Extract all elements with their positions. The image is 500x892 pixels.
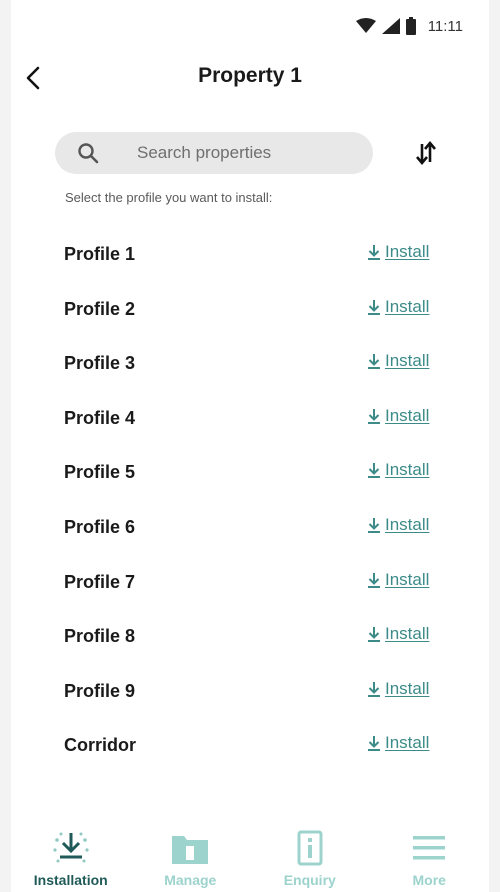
profile-name: Profile 4 <box>64 407 136 428</box>
list-item: Profile 2 Install <box>11 283 489 338</box>
page-title: Property 1 <box>198 64 302 87</box>
profile-name: Profile 9 <box>64 680 136 701</box>
install-label: Install <box>385 296 430 316</box>
install-label: Install <box>385 242 430 261</box>
sort-button[interactable] <box>411 138 441 168</box>
download-icon <box>368 736 380 752</box>
nav-item-manage[interactable]: Manage <box>131 820 251 892</box>
install-label: Install <box>385 733 430 753</box>
download-icon <box>368 245 380 260</box>
list-item: Profile 7 Install <box>11 556 489 611</box>
list-item: Profile 5 Install <box>11 446 489 501</box>
profile-list: Profile 1 Install Profile 2 Install Prof… <box>11 228 489 774</box>
install-button[interactable]: Install <box>367 570 429 590</box>
nav-item-installation[interactable]: Installation <box>11 820 131 892</box>
install-label: Install <box>385 624 430 644</box>
install-button[interactable]: Install <box>367 460 429 480</box>
nav-item-more[interactable]: More <box>370 820 490 892</box>
list-item: Profile 1 Install <box>11 228 489 283</box>
download-icon <box>368 627 380 643</box>
download-icon <box>368 572 380 588</box>
profile-name: Profile 2 <box>64 298 136 319</box>
profile-name: Profile 5 <box>64 462 136 483</box>
list-item: Profile 8 Install <box>11 610 489 665</box>
download-icon <box>51 828 91 868</box>
search-input[interactable] <box>137 132 357 174</box>
nav-label-enquiry: Enquiry <box>283 872 336 888</box>
install-label: Install <box>385 460 430 480</box>
profile-name: Corridor <box>64 735 136 756</box>
download-icon <box>368 299 380 315</box>
profile-name: Profile 8 <box>64 626 136 647</box>
install-label: Install <box>385 514 430 534</box>
install-label: Install <box>385 569 430 589</box>
nav-label-more: More <box>412 872 446 888</box>
install-button[interactable]: Install <box>367 515 429 535</box>
list-item: Profile 4 Install <box>11 392 489 447</box>
download-icon <box>368 354 380 370</box>
list-item: Profile 3 Install <box>11 337 489 392</box>
list-item: Profile 9 Install <box>11 665 489 720</box>
bottom-nav: Installation Manage Enquiry More <box>11 820 489 892</box>
nav-label-installation: Installation <box>33 872 108 888</box>
profile-name: Profile 1 <box>64 244 136 264</box>
search-bar[interactable] <box>55 132 373 174</box>
status-bar: 11:11 <box>11 0 489 48</box>
install-button[interactable]: Install <box>367 733 429 753</box>
install-label: Install <box>385 405 430 425</box>
profile-name: Profile 6 <box>64 516 136 537</box>
install-label: Install <box>385 351 430 371</box>
install-button[interactable]: Install <box>367 406 429 426</box>
install-button[interactable]: Install <box>367 624 429 644</box>
info-icon <box>290 828 330 868</box>
menu-icon <box>409 828 449 868</box>
profile-name: Profile 7 <box>64 571 136 592</box>
install-button[interactable]: Install <box>367 679 429 699</box>
download-icon <box>368 408 380 424</box>
download-icon <box>368 681 380 697</box>
nav-label-manage: Manage <box>164 872 217 888</box>
app-screen: 11:11 Property 1 Select the profile you … <box>11 0 489 892</box>
nav-item-enquiry[interactable]: Enquiry <box>250 820 370 892</box>
battery-icon <box>405 17 416 35</box>
status-time: 11:11 <box>427 17 463 35</box>
signal-icon <box>381 18 400 34</box>
install-button[interactable]: Install <box>367 351 429 371</box>
install-button[interactable]: Install <box>367 297 429 317</box>
sort-icon <box>416 140 436 166</box>
folder-icon <box>170 828 210 868</box>
wifi-icon <box>355 18 376 33</box>
download-icon <box>368 517 380 533</box>
list-item: Corridor Install <box>11 719 489 774</box>
instruction-text: Select the profile you want to install: <box>65 190 273 205</box>
search-icon <box>78 143 99 164</box>
install-button[interactable]: Install <box>367 242 429 262</box>
header: Property 1 <box>11 56 489 100</box>
profile-name: Profile 3 <box>64 353 136 374</box>
download-icon <box>368 463 380 479</box>
install-label: Install <box>385 678 430 698</box>
status-icons: 11:11 <box>355 17 463 35</box>
list-item: Profile 6 Install <box>11 501 489 556</box>
